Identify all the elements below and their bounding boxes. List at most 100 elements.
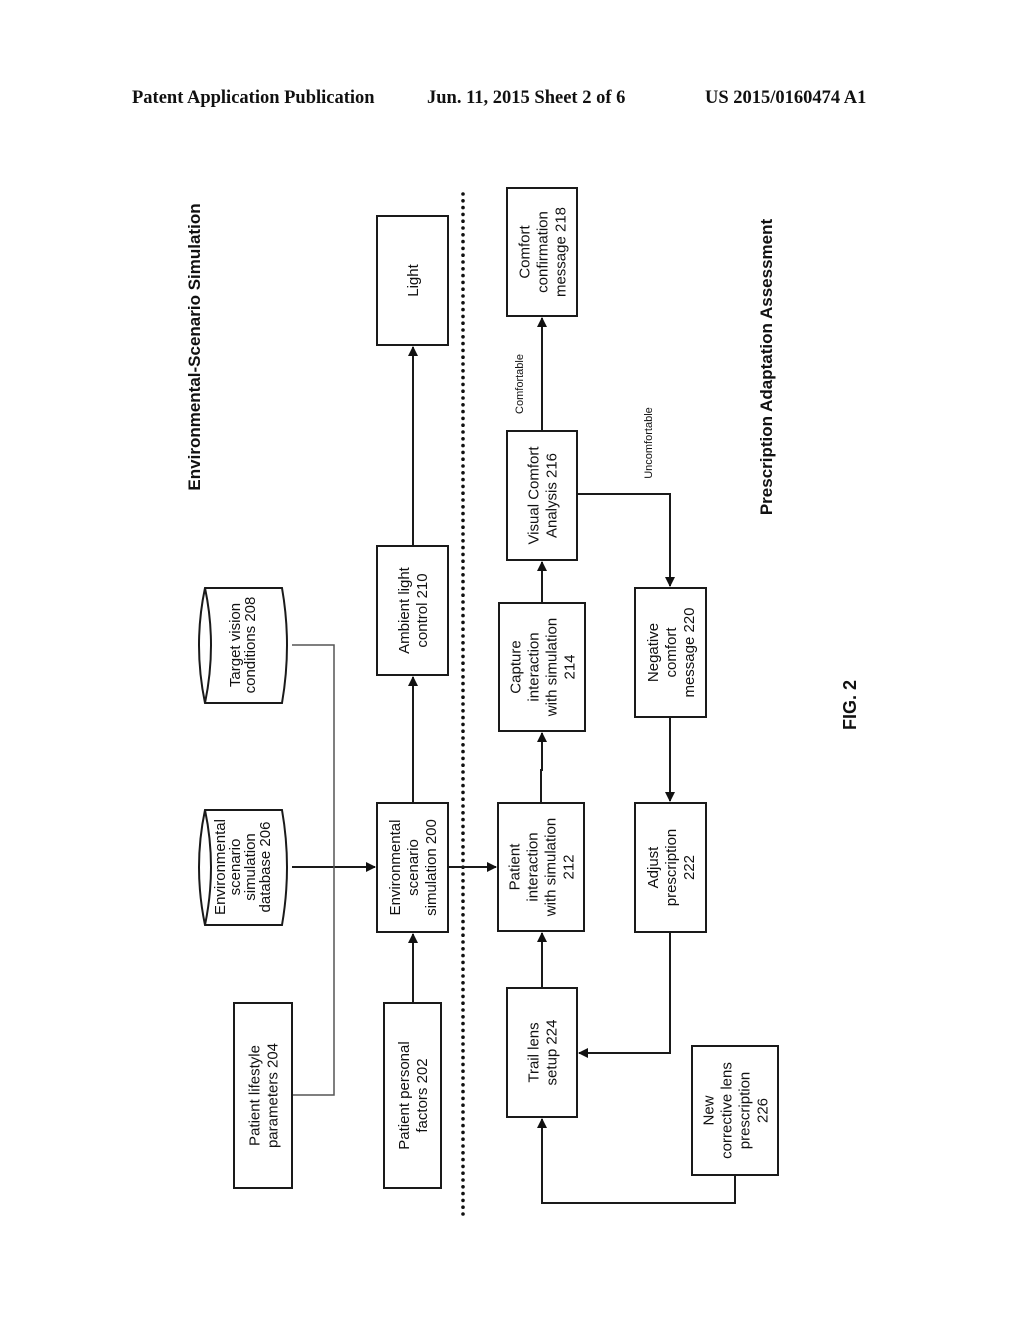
- divider-dot: [461, 1185, 465, 1189]
- divider-dot: [461, 811, 465, 815]
- node-label: Light: [405, 263, 422, 296]
- divider-dot: [461, 369, 465, 373]
- divider-dot: [461, 1137, 465, 1141]
- divider-dot: [461, 545, 465, 550]
- divider-dot: [461, 287, 465, 292]
- divider-dot: [461, 974, 465, 978]
- divider-dot: [461, 960, 465, 965]
- divider-dot: [461, 702, 465, 706]
- divider-dot: [461, 464, 465, 468]
- divider-dot: [461, 709, 465, 713]
- divider-dot: [461, 919, 465, 924]
- divider-dot: [461, 525, 465, 529]
- divider-dot: [461, 226, 465, 230]
- flow-diagram: Environmental-Scenario Simulation Prescr…: [185, 187, 860, 1216]
- divider-dot: [461, 348, 465, 353]
- divider-dot: [461, 620, 465, 625]
- negative-comfort-box: Negativecomfortmessage 220: [634, 587, 707, 718]
- divider-dot: [461, 566, 465, 570]
- node-label-line: with simulation: [542, 818, 559, 917]
- node-label-line: factors 202: [414, 1058, 431, 1132]
- divider-dot: [461, 879, 465, 883]
- divider-dot: [461, 409, 465, 414]
- divider-dot: [461, 205, 465, 210]
- divider-dot: [461, 437, 465, 441]
- visual-comfort-analysis-box: Visual ComfortAnalysis 216: [506, 430, 578, 561]
- capture-interaction-box: Captureinteractionwith simulation214: [498, 602, 586, 732]
- divider-dot: [461, 817, 465, 822]
- divider-dot: [461, 654, 465, 659]
- node-label: Visual ComfortAnalysis 216: [525, 446, 560, 545]
- arrow-216-to-220: [577, 493, 675, 587]
- divider-dot: [461, 505, 465, 509]
- divider-dot: [461, 722, 465, 727]
- divider-dot: [461, 382, 465, 387]
- divider-dot: [461, 341, 465, 346]
- divider-dot: [461, 1123, 465, 1128]
- node-label-line: prescription: [736, 1072, 753, 1150]
- divider-dot: [461, 675, 465, 679]
- divider-dot: [461, 940, 465, 944]
- divider-dot: [461, 1164, 465, 1169]
- divider-dot: [461, 314, 465, 319]
- patient-lifestyle-parameters-box: Patient lifestyleparameters 204: [233, 1002, 293, 1189]
- divider-dot: [461, 1042, 465, 1046]
- divider-dot: [461, 804, 465, 808]
- node-label-line: simulation 200: [423, 819, 440, 916]
- divider-dot: [461, 586, 465, 591]
- node-label-line: 226: [754, 1098, 771, 1123]
- divider-dot: [461, 661, 465, 665]
- node-label-line: Visual Comfort: [525, 446, 542, 545]
- node-label: Patient lifestyleparameters 204: [246, 1043, 281, 1148]
- node-label-line: interaction: [525, 632, 542, 701]
- patient-interaction-box: Patientinteractionwith simulation212: [497, 802, 585, 932]
- divider-dot: [461, 1055, 465, 1060]
- divider-dot: [461, 1191, 465, 1196]
- divider-dot: [461, 1103, 465, 1107]
- node-label: Ambient lightcontrol 210: [396, 566, 431, 654]
- divider-dot: [461, 260, 465, 264]
- node-label: Trail lenssetup 224: [525, 1020, 560, 1086]
- divider-dot: [461, 1076, 465, 1080]
- database-cylinder-206: Environmentalscenariosimulationdatabase …: [198, 809, 288, 926]
- divider-dot: [461, 681, 465, 686]
- divider-dot: [461, 355, 465, 360]
- divider-dot: [461, 933, 465, 937]
- divider-dot: [461, 1205, 465, 1209]
- section-title-simulation: Environmental-Scenario Simulation: [185, 203, 204, 490]
- divider-dot: [461, 273, 465, 278]
- divider-dot: [461, 695, 465, 699]
- divider-dot: [461, 1008, 465, 1012]
- adjust-prescription-box: Adjustprescription222: [634, 802, 707, 933]
- divider-dot: [461, 219, 465, 223]
- node-label-line: Comfort: [516, 224, 533, 278]
- node-label-line: Negative: [645, 623, 662, 682]
- new-corrective-lens-box: Newcorrective lensprescription226: [691, 1045, 779, 1176]
- divider-dot: [461, 423, 465, 428]
- divider-dot: [461, 913, 465, 917]
- divider-dot: [461, 1083, 465, 1087]
- divider-dot: [461, 736, 465, 740]
- divider-dot: [461, 1110, 465, 1114]
- divider-dot: [461, 668, 465, 672]
- node-label-line: Capture: [507, 640, 524, 693]
- divider-dot: [461, 613, 465, 618]
- node-label-line: comfort: [663, 627, 680, 678]
- divider-dot: [461, 498, 465, 502]
- node-label-line: interaction: [524, 832, 541, 901]
- divider-dot: [461, 824, 465, 829]
- divider-dot: [461, 593, 465, 597]
- divider-dot: [461, 831, 465, 835]
- divider-dot: [461, 403, 465, 407]
- comfort-confirmation-box: Comfortconfirmationmessage 218: [506, 187, 578, 317]
- node-label-line: Environmental: [387, 820, 404, 916]
- divider-dot: [461, 1021, 465, 1026]
- divider-dot: [461, 328, 465, 332]
- divider-dot: [461, 484, 465, 489]
- divider-dot: [461, 851, 465, 856]
- divider-dot: [461, 688, 465, 693]
- divider-dot: [461, 532, 465, 536]
- divider-dot: [461, 233, 465, 237]
- divider-dot: [461, 1144, 465, 1148]
- node-label: Target visionconditions 208: [227, 597, 259, 694]
